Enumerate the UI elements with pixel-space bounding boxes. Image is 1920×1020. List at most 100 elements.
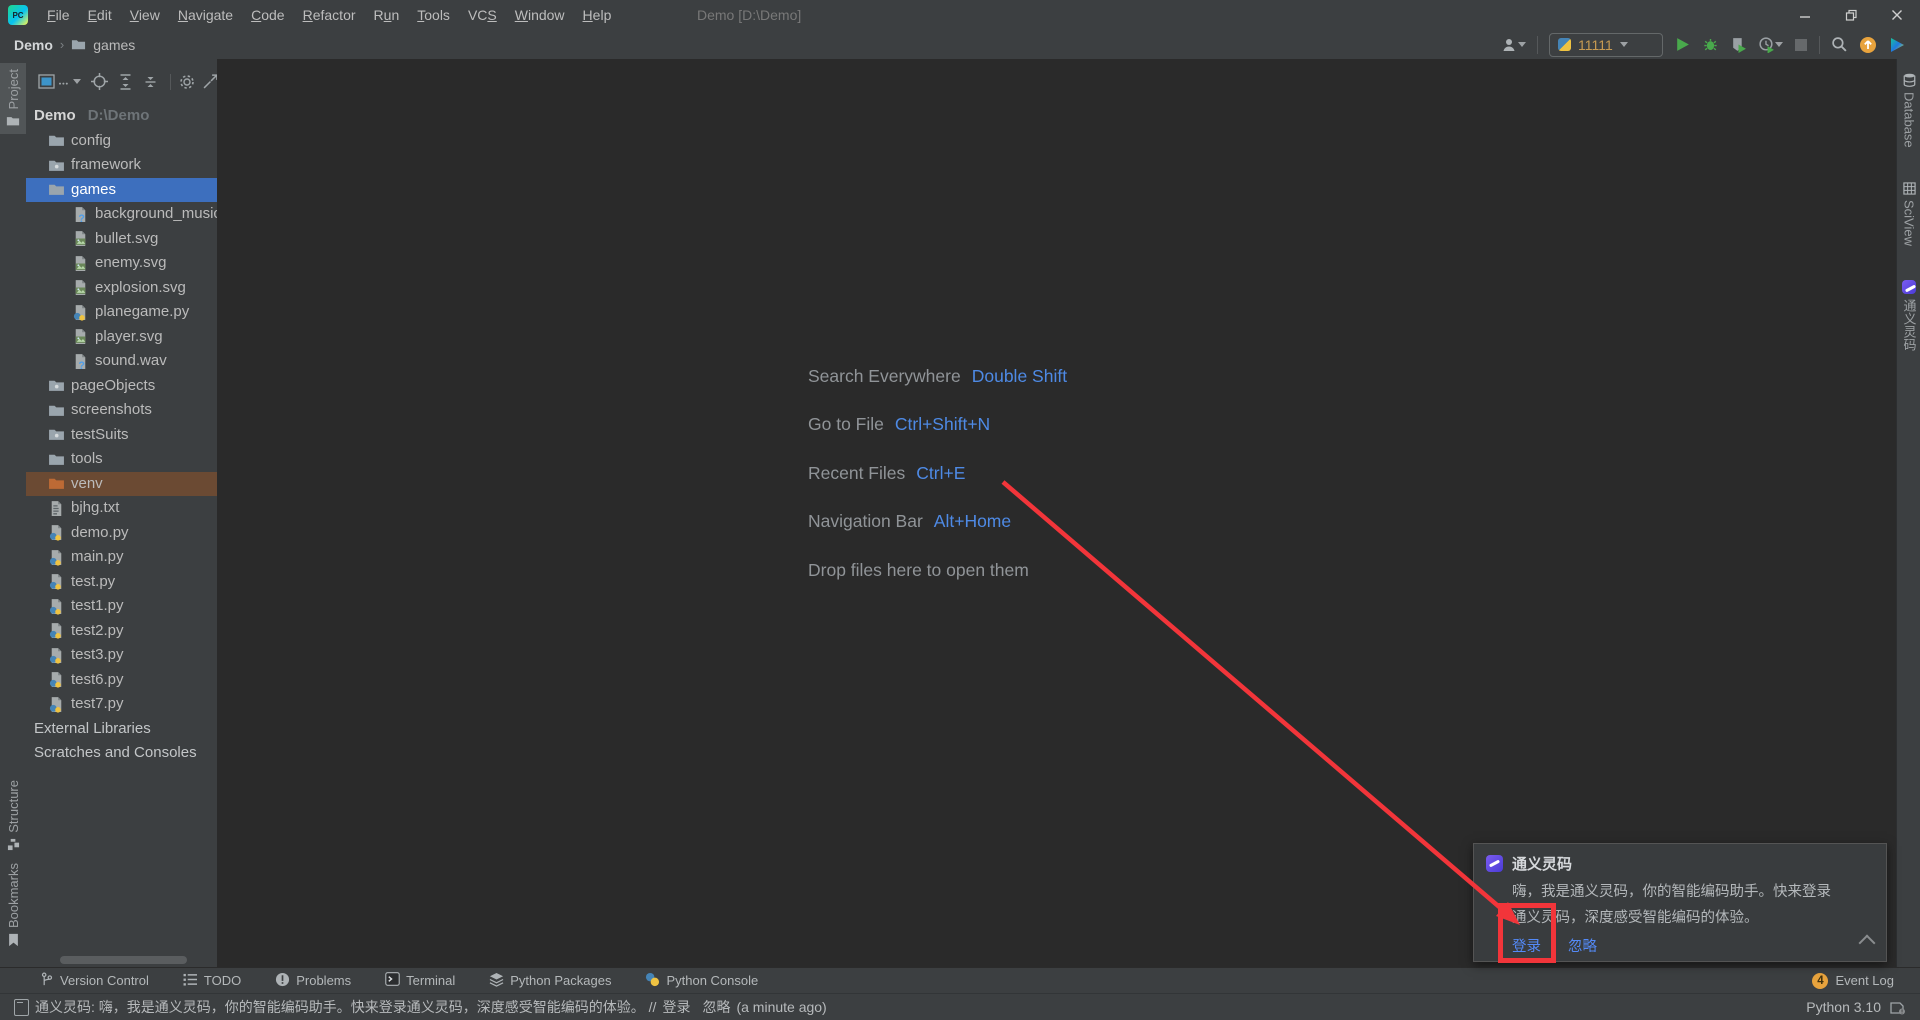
stop-button[interactable] bbox=[1794, 38, 1808, 52]
plugin-logo-icon[interactable] bbox=[1888, 36, 1906, 54]
tree-item-tools[interactable]: tools bbox=[26, 447, 217, 472]
tree-item-label: explosion.svg bbox=[95, 276, 186, 301]
tree-item-test1-py[interactable]: test1.py bbox=[26, 594, 217, 619]
login-link[interactable]: 登录 bbox=[1512, 935, 1541, 956]
tool-window-button-version-control[interactable]: Version Control bbox=[40, 972, 149, 990]
debug-button[interactable] bbox=[1702, 36, 1719, 53]
update-available-icon[interactable] bbox=[1859, 36, 1877, 54]
ignore-link[interactable]: 忽略 bbox=[1568, 935, 1597, 956]
menu-item-tools[interactable]: Tools bbox=[408, 7, 459, 23]
python-interpreter[interactable]: Python 3.10 bbox=[1806, 999, 1881, 1015]
user-account-icon[interactable] bbox=[1500, 36, 1526, 54]
tree-item-main-py[interactable]: main.py bbox=[26, 545, 217, 570]
close-button[interactable] bbox=[1874, 0, 1920, 30]
breadcrumb-folder[interactable]: games bbox=[93, 37, 135, 53]
tool-tab-structure[interactable]: Structure bbox=[0, 774, 26, 857]
menu-item-run[interactable]: Run bbox=[365, 7, 409, 23]
tree-item-games[interactable]: games bbox=[26, 178, 217, 203]
tree-item-test7-py[interactable]: test7.py bbox=[26, 692, 217, 717]
tree-item-testsuits[interactable]: testSuits bbox=[26, 423, 217, 448]
settings-gear-icon[interactable] bbox=[179, 74, 195, 90]
hide-panel-icon[interactable] bbox=[203, 74, 218, 89]
status-login-link[interactable]: 登录 bbox=[662, 997, 690, 1017]
editor-hint: Navigation BarAlt+Home bbox=[808, 498, 1067, 547]
tree-item-config[interactable]: config bbox=[26, 129, 217, 154]
locate-file-icon[interactable] bbox=[91, 73, 108, 90]
tree-item-sound-wav[interactable]: ?sound.wav bbox=[26, 349, 217, 374]
tool-window-button-todo[interactable]: TODO bbox=[183, 973, 241, 989]
file-image-icon bbox=[72, 255, 89, 272]
tree-item-scratches-and-consoles[interactable]: Scratches and Consoles bbox=[26, 741, 217, 766]
tool-window-button-terminal[interactable]: Terminal bbox=[385, 972, 455, 989]
collapse-all-icon[interactable] bbox=[143, 74, 158, 90]
maximize-button[interactable] bbox=[1828, 0, 1874, 30]
tree-item-planegame-py[interactable]: planegame.py bbox=[26, 300, 217, 325]
database-icon bbox=[1903, 73, 1916, 87]
menu-item-file[interactable]: File bbox=[38, 7, 79, 23]
chevron-down-icon[interactable] bbox=[1775, 42, 1783, 47]
tool-tab-tongyi[interactable]: 通义灵码 bbox=[1897, 274, 1920, 357]
tree-item-test6-py[interactable]: test6.py bbox=[26, 668, 217, 693]
tool-window-button-problems[interactable]: Problems bbox=[275, 972, 351, 990]
tree-item-test3-py[interactable]: test3.py bbox=[26, 643, 217, 668]
tree-item-label: player.svg bbox=[95, 325, 163, 350]
expand-all-icon[interactable] bbox=[118, 74, 133, 90]
menu-item-edit[interactable]: Edit bbox=[79, 7, 121, 23]
menu-item-refactor[interactable]: Refactor bbox=[294, 7, 365, 23]
tree-item-demo-py[interactable]: demo.py bbox=[26, 521, 217, 546]
tree-item-label: config bbox=[71, 129, 111, 154]
notification-icon[interactable] bbox=[14, 999, 29, 1016]
menu-bar: FileEditViewNavigateCodeRefactorRunTools… bbox=[38, 0, 620, 30]
tree-item-pageobjects[interactable]: pageObjects bbox=[26, 374, 217, 399]
tree-item-demo[interactable]: DemoD:\Demo bbox=[26, 104, 217, 129]
tree-item-screenshots[interactable]: screenshots bbox=[26, 398, 217, 423]
title-bar: PC FileEditViewNavigateCodeRefactorRunTo… bbox=[0, 0, 1920, 31]
minimize-button[interactable] bbox=[1782, 0, 1828, 30]
project-view-selector[interactable] bbox=[38, 74, 81, 89]
run-with-coverage-button[interactable] bbox=[1730, 36, 1747, 53]
tool-window-button-python-console[interactable]: Python Console bbox=[645, 972, 758, 990]
run-configuration-select[interactable]: 11111 bbox=[1549, 33, 1663, 57]
tree-item-explosion-svg[interactable]: explosion.svg bbox=[26, 276, 217, 301]
status-ignore-link[interactable]: 忽略 bbox=[702, 997, 730, 1017]
tree-item-external-libraries[interactable]: External Libraries bbox=[26, 717, 217, 742]
file-python-icon bbox=[48, 573, 65, 590]
tree-item-player-svg[interactable]: player.svg bbox=[26, 325, 217, 350]
tree-item-label: test7.py bbox=[71, 692, 124, 717]
tool-window-button-python-packages[interactable]: Python Packages bbox=[489, 972, 611, 990]
event-log-button[interactable]: 4Event Log bbox=[1812, 973, 1920, 989]
tree-item-bjhg-txt[interactable]: bjhg.txt bbox=[26, 496, 217, 521]
tree-item-label: testSuits bbox=[71, 423, 129, 448]
horizontal-scrollbar[interactable] bbox=[60, 956, 187, 964]
menu-item-view[interactable]: View bbox=[121, 7, 169, 23]
tool-tab-bookmarks[interactable]: Bookmarks bbox=[0, 857, 26, 953]
tree-item-background-music[interactable]: ?background_music bbox=[26, 202, 217, 227]
file-python-icon bbox=[48, 647, 65, 664]
folder-icon bbox=[48, 132, 65, 149]
file-text-icon bbox=[48, 500, 65, 517]
tree-item-venv[interactable]: venv bbox=[26, 472, 217, 497]
tool-tab-project[interactable]: Project bbox=[0, 63, 26, 134]
search-everywhere-icon[interactable] bbox=[1831, 36, 1848, 53]
status-time: (a minute ago) bbox=[736, 999, 826, 1015]
tree-item-test2-py[interactable]: test2.py bbox=[26, 619, 217, 644]
project-tree: DemoD:\Democonfigframeworkgames?backgrou… bbox=[26, 104, 217, 766]
menu-item-code[interactable]: Code bbox=[242, 7, 293, 23]
tree-item-test-py[interactable]: test.py bbox=[26, 570, 217, 595]
tree-item-bullet-svg[interactable]: bullet.svg bbox=[26, 227, 217, 252]
pycharm-window: PC FileEditViewNavigateCodeRefactorRunTo… bbox=[0, 0, 1920, 1020]
tree-item-enemy-svg[interactable]: enemy.svg bbox=[26, 251, 217, 276]
breadcrumb-project[interactable]: Demo bbox=[14, 37, 53, 53]
folder-icon bbox=[48, 181, 65, 198]
file-python-icon bbox=[48, 524, 65, 541]
menu-item-navigate[interactable]: Navigate bbox=[169, 7, 242, 23]
profiler-button[interactable] bbox=[1758, 36, 1783, 53]
menu-item-help[interactable]: Help bbox=[574, 7, 621, 23]
tool-tab-database[interactable]: Database bbox=[1897, 67, 1920, 154]
tool-tab-sciview[interactable]: SciView bbox=[1897, 176, 1920, 252]
menu-item-vcs[interactable]: VCS bbox=[459, 7, 506, 23]
run-button[interactable] bbox=[1674, 36, 1691, 53]
menu-item-window[interactable]: Window bbox=[506, 7, 574, 23]
folder-icon bbox=[48, 426, 65, 443]
tree-item-framework[interactable]: framework bbox=[26, 153, 217, 178]
